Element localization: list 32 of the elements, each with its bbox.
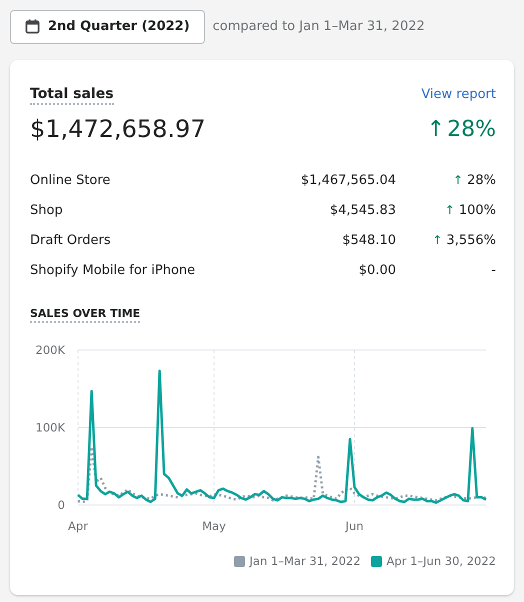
comparison-text: compared to Jan 1–Mar 31, 2022 — [212, 19, 425, 34]
x-axis-label: Apr — [68, 519, 88, 533]
calendar-icon — [25, 19, 40, 34]
x-axis-label: Jun — [346, 519, 364, 533]
legend-label: Apr 1–Jun 30, 2022 — [386, 554, 496, 568]
y-axis-label: 100K — [36, 420, 65, 434]
channel-amount: $0.00 — [358, 262, 396, 278]
channel-name: Draft Orders — [30, 232, 112, 248]
channel-change: - — [491, 262, 496, 278]
date-range-button[interactable]: 2nd Quarter (2022) — [10, 10, 205, 44]
y-axis-label: 200K — [36, 343, 65, 357]
arrow-up: ↑ — [432, 233, 442, 247]
card-title: Total sales — [30, 86, 114, 105]
view-report-link[interactable]: View report — [421, 87, 496, 102]
total-amount: $1,472,658.97 — [30, 115, 206, 143]
arrow-up: ↑ — [426, 116, 446, 142]
channel-amount: $548.10 — [341, 232, 396, 248]
x-axis-label: May — [202, 519, 226, 533]
chart-title: SALES OVER TIME — [30, 307, 140, 323]
channel-change: 100% — [458, 202, 496, 218]
legend-label: Jan 1–Mar 31, 2022 — [250, 554, 361, 568]
total-change: 28% — [447, 116, 496, 142]
y-axis-label: 0 — [58, 498, 65, 512]
channel-change: 28% — [467, 172, 496, 188]
arrow-up: ↑ — [444, 203, 455, 217]
channel-name: Shopify Mobile for iPhone — [30, 262, 196, 278]
channel-change: 3,556% — [446, 232, 496, 248]
channel-amount: $1,467,565.04 — [300, 172, 396, 188]
channel-name: Shop — [30, 202, 64, 218]
arrow-up: ↑ — [453, 173, 464, 187]
channel-amount: $4,545.83 — [328, 202, 396, 218]
channel-name: Online Store — [30, 172, 112, 188]
